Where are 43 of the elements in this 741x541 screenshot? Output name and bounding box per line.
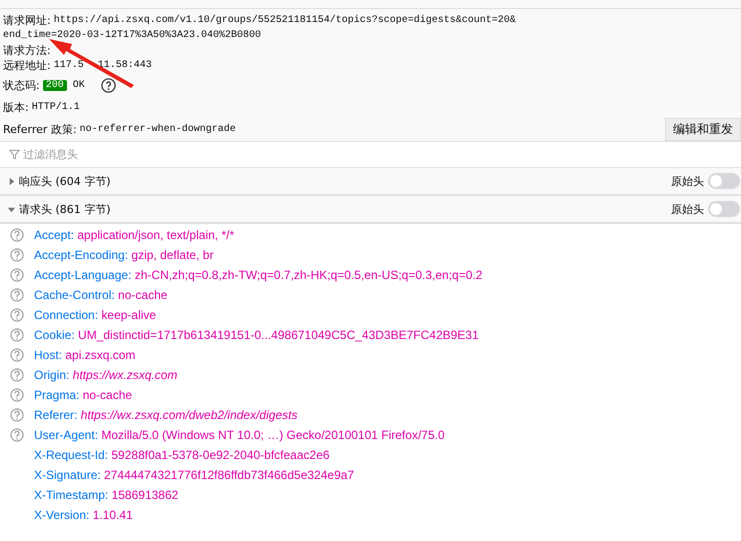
- help-icon[interactable]: [100, 78, 116, 92]
- header-entry: Origin: https://wx.zsxq.com: [34, 368, 178, 382]
- header-entry: Referer: https://wx.zsxq.com/dweb2/index/digests: [34, 408, 298, 422]
- edit-resend-button[interactable]: 编辑和重发: [665, 118, 741, 140]
- header-entry: X-Version: 1.10.41: [34, 508, 133, 522]
- header-entry: X-Request-Id: 59288f0a1-5378-0e92-2040-bfcfeaac2e6: [34, 448, 330, 462]
- header-entry: X-Signature: 27444474321776f12f86ffdb73f466d5e324e9a7: [34, 468, 354, 482]
- header-entry: User-Agent: Mozilla/5.0 (Windows NT 10.0; …) Gecko/20100101 Firefox/75.0: [34, 428, 445, 442]
- field-value: HTTP/1.1: [32, 102, 80, 112]
- header-entry: Cookie: UM_distinctid=1717b613419151-0...498671049C5C_43D3BE7FC42B9E31: [34, 328, 479, 342]
- field-value: no-referrer-when-downgrade: [80, 124, 236, 134]
- collapse-triangle-icon[interactable]: [7, 204, 16, 214]
- header-entry: Accept: application/json, text/plain, */*: [34, 228, 234, 242]
- field-label: 请求网址:: [3, 12, 51, 28]
- section-title: 请求头 (861 字节): [19, 202, 111, 216]
- section-title: 响应头 (604 字节): [19, 174, 111, 188]
- header-entry: Accept-Language: zh-CN,zh;q=0.8,zh-TW;q=0.7,zh-HK;q=0.5,en-US;q=0.3,en;q=0.2: [34, 268, 482, 282]
- field-label: 版本:: [3, 100, 29, 114]
- raw-label: 原始头: [671, 174, 704, 188]
- url-value: https://api.zsxq.com/v1.10/groups/552521181154/topics?scope=digests&count=20&: [54, 14, 516, 26]
- header-entry: Accept-Encoding: gzip, deflate, br: [34, 248, 214, 262]
- section-header[interactable]: 请求头 (861 字节) 原始头: [0, 196, 741, 224]
- url-value: end_time=2020-03-12T17%3A50%3A23.040%2B0800: [3, 30, 262, 40]
- field-label: 远程地址:: [3, 58, 51, 72]
- header-entry: Host: api.zsxq.com: [34, 348, 136, 362]
- raw-headers-toggle[interactable]: [708, 173, 740, 189]
- section-header[interactable]: 响应头 (604 字节) 原始头: [0, 168, 741, 196]
- header-entry: Connection: keep-alive: [34, 308, 156, 322]
- header-entry: Cache-Control: no-cache: [34, 288, 168, 302]
- field-label: 状态码:: [3, 78, 40, 92]
- filter-icon: [9, 149, 20, 160]
- header-entry: Pragma: no-cache: [34, 388, 132, 402]
- field-label: Referrer 政策:: [3, 122, 77, 136]
- status-badge: 200: [42, 80, 67, 90]
- raw-label: 原始头: [671, 202, 704, 216]
- field-value: 117.5: [54, 60, 84, 70]
- header-entry: X-Timestamp: 1586913862: [34, 488, 178, 502]
- field-value: 11.58:443: [98, 60, 152, 70]
- field-label: 请求方法:: [3, 42, 51, 58]
- raw-headers-toggle[interactable]: [708, 201, 740, 217]
- status-text: OK: [72, 80, 85, 90]
- expand-triangle-icon[interactable]: [7, 176, 16, 186]
- filter-field[interactable]: 过滤消息头: [23, 148, 741, 161]
